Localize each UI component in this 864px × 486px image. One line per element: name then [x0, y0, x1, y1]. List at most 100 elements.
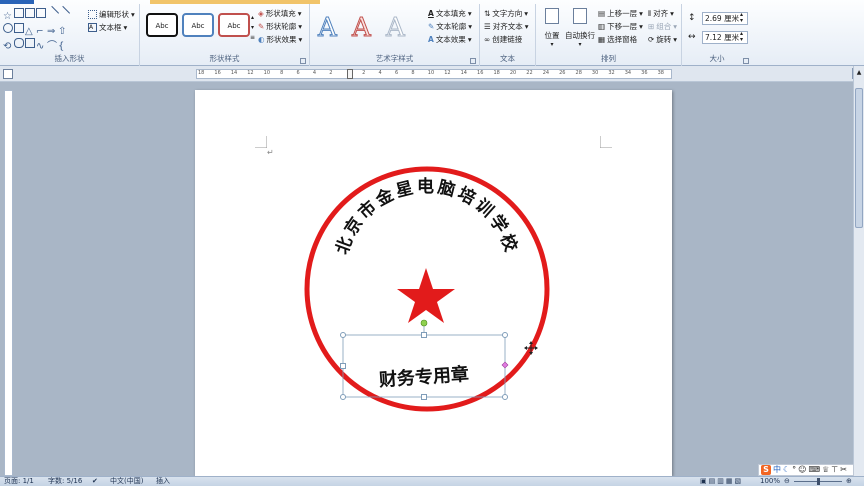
shapes-gallery[interactable]: ☆ △ ⌐ ⇒ ⇧ ⟲ ∿ ⌒{ — [3, 5, 81, 53]
indent-marker[interactable] — [347, 69, 353, 79]
shape-style-preset-3[interactable]: Abc — [218, 13, 250, 37]
brace-shape-icon[interactable]: { — [58, 42, 68, 52]
wordart-preset-2[interactable]: A — [352, 14, 372, 43]
resize-handle-br[interactable] — [502, 394, 508, 400]
shape-outline-button[interactable]: ✎ 形状轮廓 ▾ — [258, 21, 302, 32]
ruler-tick-label: 22 — [526, 70, 533, 76]
scroll-up-icon[interactable]: ▴ — [251, 14, 254, 22]
vertical-ruler[interactable] — [4, 90, 13, 476]
text-box-button[interactable]: A 文本框 ▾ — [88, 22, 127, 33]
wrap-text-button[interactable]: 自动换行 ▾ — [564, 8, 596, 48]
edit-shape-button[interactable]: 编辑形状 ▾ — [88, 9, 135, 20]
shape-style-preset-2[interactable]: Abc — [182, 13, 214, 37]
position-button[interactable]: 位置 ▾ — [540, 8, 564, 48]
ime-skin-icon[interactable]: ♕ — [822, 465, 829, 475]
ime-toolbar[interactable]: S 中 ☾ ° ☺ ⌨ ♕ ⊤ ✂ — [758, 464, 854, 476]
zoom-in-button[interactable]: ⊕ — [846, 477, 852, 486]
arrow-right-shape-icon[interactable]: ⇒ — [47, 27, 57, 37]
edit-points-icon — [88, 10, 97, 19]
ime-logo-icon[interactable]: S — [761, 465, 771, 475]
word-count[interactable]: 字数: 5/16 — [48, 477, 82, 486]
width-spinner-icon[interactable]: ▴ ▾ — [740, 31, 743, 43]
selection-pane-button[interactable]: ▦ 选择窗格 — [598, 34, 637, 45]
bring-forward-icon: ▤ — [598, 9, 606, 18]
height-spinner-icon[interactable]: ▴ ▾ — [740, 12, 743, 24]
ime-keyboard-icon[interactable]: ⌨ — [809, 465, 821, 475]
page-count[interactable]: 页面: 1/1 — [4, 477, 34, 486]
view-buttons[interactable]: ▣▤▥▦▧ — [700, 477, 743, 486]
ime-punctuation-icon[interactable]: ° — [792, 465, 796, 475]
dialog-launcher-icon[interactable] — [743, 58, 749, 64]
ruler-tick-label: 28 — [575, 70, 582, 76]
align-button[interactable]: ⫴ 对齐 ▾ — [648, 8, 674, 19]
wordart-styles-group: A A A A 文本填充 ▾ ✎ 文本轮廓 ▾ A 文本效果 ▾ 艺术字样式 — [310, 4, 480, 66]
ime-moon-icon[interactable]: ☾ — [783, 465, 790, 475]
zoom-slider-thumb[interactable] — [817, 478, 820, 485]
rectangle-shape-icon[interactable] — [14, 8, 24, 18]
text-fill-icon: A — [428, 9, 434, 18]
elbow-connector-icon[interactable]: ⌐ — [36, 27, 46, 37]
align-text-button[interactable]: ☰ 对齐文本 ▾ — [484, 21, 529, 32]
line2-shape-icon[interactable] — [55, 5, 71, 21]
picture-shape-icon[interactable] — [25, 8, 35, 18]
language-indicator[interactable]: 中文(中国) — [110, 477, 143, 486]
horizontal-ruler[interactable]: 18 16 14 12 10 8 6 4 2 2 4 6 8 10 12 14 16 18 20 22 24 26 28 30… — [196, 69, 672, 79]
resize-handle-bm[interactable] — [421, 394, 427, 400]
text-direction-button[interactable]: ⇅ 文字方向 ▾ — [484, 8, 528, 19]
resize-handle-tm[interactable] — [421, 332, 427, 338]
dialog-launcher-icon[interactable] — [300, 58, 306, 64]
callout-shape-icon[interactable] — [25, 38, 35, 48]
ime-shirt-icon[interactable]: ⊤ — [831, 465, 838, 475]
resize-handle-bl[interactable] — [340, 394, 346, 400]
text-outline-button[interactable]: ✎ 文本轮廓 ▾ — [428, 21, 472, 32]
proofing-icon[interactable]: ✔ — [92, 477, 98, 486]
text-effects-icon: A — [428, 35, 434, 44]
send-backward-button[interactable]: ▥ 下移一层 ▾ — [598, 21, 643, 32]
star-shape-icon[interactable]: ☆ — [3, 12, 13, 22]
rotate-handle[interactable] — [420, 319, 428, 327]
rotate-button[interactable]: ⟳ 旋转 ▾ — [648, 34, 677, 45]
vertical-scrollbar[interactable]: ▲ — [853, 66, 864, 476]
ime-tools-icon[interactable]: ✂ — [840, 465, 847, 475]
group-button[interactable]: ⊞ 组合 ▾ — [648, 21, 677, 32]
arrow-up-shape-icon[interactable]: ⇧ — [58, 27, 68, 37]
resize-handle-tl[interactable] — [340, 332, 346, 338]
scroll-up-button[interactable]: ▲ — [854, 68, 864, 78]
create-link-button[interactable]: ∞ 创建链接 — [484, 34, 522, 45]
gallery-scroll[interactable]: ▴ ▾ ≡ — [250, 14, 255, 44]
dropdown-arrow-icon: ▾ — [467, 9, 472, 18]
seal-bottom-text[interactable]: 财务专用章 — [378, 363, 469, 391]
scroll-down-icon[interactable]: ▾ — [251, 24, 254, 32]
dialog-launcher-icon[interactable] — [470, 58, 476, 64]
freeform-shape-icon[interactable]: ⌒ — [47, 42, 57, 52]
shape-fill-button[interactable]: ◈ 形状填充 ▾ — [258, 8, 302, 19]
document-page[interactable]: ↵ 北京市金星电脑培训学校 财务专用章 — [195, 90, 672, 476]
text-fill-button[interactable]: A 文本填充 ▾ — [428, 8, 472, 19]
rect-shape-icon[interactable] — [14, 23, 24, 33]
text-effects-button[interactable]: A 文本效果 ▾ — [428, 34, 472, 45]
cloud-shape-icon[interactable] — [14, 38, 24, 48]
oval-shape-icon[interactable] — [3, 23, 13, 33]
gallery-more-icon[interactable]: ≡ — [250, 34, 255, 42]
seal-graphic[interactable]: 北京市金星电脑培训学校 财务专用章 — [195, 90, 672, 476]
ime-language-toggle[interactable]: 中 — [773, 465, 781, 475]
shape-effects-button[interactable]: ◐ 形状效果 ▾ — [258, 34, 302, 45]
resize-handle-ml[interactable] — [340, 363, 346, 369]
curve-shape-icon[interactable]: ∿ — [36, 42, 46, 52]
insert-mode[interactable]: 插入 — [156, 477, 170, 486]
zoom-level[interactable]: 100% — [760, 477, 780, 486]
ime-emoji-icon[interactable]: ☺ — [798, 465, 806, 475]
resize-handle-tr[interactable] — [502, 332, 508, 338]
warp-adjust-handle[interactable] — [501, 361, 509, 369]
bring-forward-button[interactable]: ▤ 上移一层 ▾ — [598, 8, 643, 19]
paint-bucket-icon: ◈ — [258, 9, 264, 18]
scroll-thumb[interactable] — [855, 88, 863, 228]
wordart-preset-1[interactable]: A — [318, 14, 338, 43]
ruler-tick-label: 38 — [657, 70, 664, 76]
wordart-preset-3[interactable]: A — [386, 14, 406, 43]
tab-selector[interactable] — [3, 69, 13, 79]
shape-style-preset-1[interactable]: Abc — [146, 13, 178, 37]
triangle-shape-icon[interactable]: △ — [25, 27, 35, 37]
cycle-shape-icon[interactable]: ⟲ — [3, 42, 13, 52]
zoom-out-button[interactable]: ⊖ — [784, 477, 790, 486]
